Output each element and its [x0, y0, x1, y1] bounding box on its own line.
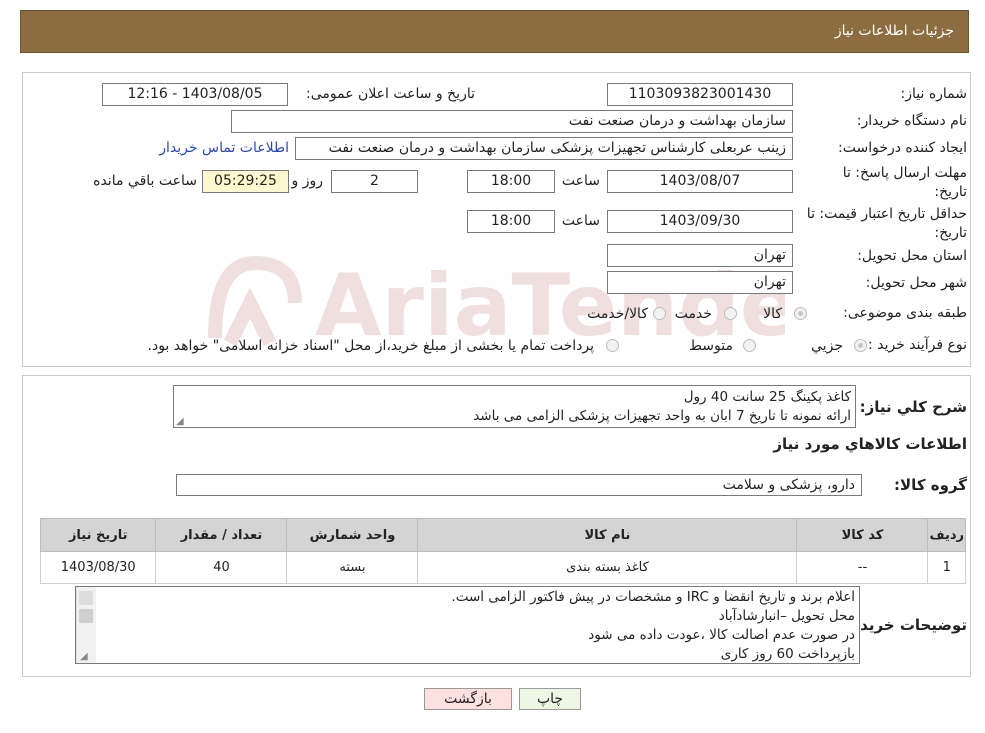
cell-need-date: 1403/08/30: [39, 551, 157, 584]
purchase-radio-medium[interactable]: [743, 339, 756, 352]
cell-row: 1: [927, 551, 966, 584]
page-header: جزئیات اطلاعات نیاز: [20, 10, 969, 53]
notes-line-2: محل تحویل –انبارشادآباد: [718, 608, 855, 624]
col-row: ردیف: [927, 518, 966, 552]
deadline-label-line1: مهلت ارسال پاسخ: تا: [842, 165, 967, 181]
notes-line-4: بازپرداخت 60 روز کاری: [720, 646, 855, 662]
city-label: شهر محل تحویل:: [865, 275, 967, 291]
price-validity-label-line1: حداقل تاریخ اعتبار قیمت: تا: [806, 206, 967, 222]
goods-section-title: اطلاعات کالاهاي مورد نياز: [773, 435, 967, 453]
purchase-type-label: نوع فرآیند خرید :: [868, 337, 967, 353]
remaining-time-field: 05:29:25: [202, 170, 289, 193]
category-option-service: خدمت: [674, 306, 712, 322]
category-radio-goods-service[interactable]: [653, 307, 666, 320]
notes-line-3: در صورت عدم اصالت کالا ،عودت داده می شود: [588, 627, 855, 643]
deadline-date-field: 1403/08/07: [607, 170, 793, 193]
price-validity-time-label: ساعت: [561, 213, 600, 229]
summary-line-1: کاغذ پکینگ 25 سانت 40 رول: [683, 389, 851, 405]
col-unit: واحد شمارش: [286, 518, 419, 552]
col-need-date: تاریخ نیاز: [39, 518, 157, 552]
price-validity-date-field: 1403/09/30: [607, 210, 793, 233]
buyer-notes-textarea[interactable]: ◢ اعلام برند و تاریخ انقضا و IRC و مشخصا…: [75, 586, 860, 664]
price-validity-label-line2: تاریخ:: [934, 225, 967, 241]
deadline-time-field: 18:00: [467, 170, 555, 193]
page-title: جزئیات اطلاعات نیاز: [834, 23, 954, 39]
table-header-row: ردیف کد کالا نام کالا واحد شمارش تعداد /…: [39, 518, 966, 552]
table-row: 1 -- کاغذ بسته بندی بسته 40 1403/08/30: [39, 551, 966, 584]
purchase-radio-minor[interactable]: [854, 339, 867, 352]
deadline-time-label: ساعت: [561, 173, 600, 189]
goods-table: ردیف کد کالا نام کالا واحد شمارش تعداد /…: [39, 518, 966, 584]
cell-name: کاغذ بسته بندی: [417, 551, 798, 584]
need-number-field: 1103093823001430: [607, 83, 793, 106]
col-name: نام کالا: [417, 518, 798, 552]
category-option-goods: کالا: [763, 306, 782, 322]
contact-buyer-link[interactable]: اطلاعات تماس خریدار: [159, 140, 289, 156]
back-button[interactable]: بازگشت: [424, 688, 512, 710]
col-code: کد کالا: [796, 518, 929, 552]
resize-handle-icon[interactable]: ◢: [176, 416, 184, 427]
notes-line-1: اعلام برند و تاریخ انقضا و IRC و مشخصات …: [451, 589, 855, 605]
purchase-radio-treasury[interactable]: [606, 339, 619, 352]
announce-field: 1403/08/05 - 12:16: [102, 83, 288, 106]
cell-quantity: 40: [155, 551, 288, 584]
purchase-option-medium: متوسط: [689, 338, 733, 354]
remaining-label: ساعت باقي مانده: [93, 173, 197, 189]
deadline-label-line2: تاریخ:: [934, 184, 967, 200]
city-field: تهران: [607, 271, 793, 294]
category-radio-goods[interactable]: [794, 307, 807, 320]
category-radio-service[interactable]: [724, 307, 737, 320]
days-field: 2: [331, 170, 418, 193]
price-validity-label: حداقل تاریخ اعتبار قیمت: تا تاریخ:: [807, 205, 967, 243]
deadline-label: مهلت ارسال پاسخ: تا تاریخ:: [843, 164, 967, 202]
cell-code: --: [796, 551, 929, 584]
buyer-org-field: سازمان بهداشت و درمان صنعت نفت: [231, 110, 793, 133]
purchase-note: پرداخت تمام یا بخشی از مبلغ خرید،از محل …: [147, 338, 594, 354]
goods-group-field: دارو، پزشکی و سلامت: [176, 474, 862, 496]
summary-label: شرح كلي نياز:: [859, 398, 967, 416]
announce-label: تاریخ و ساعت اعلان عمومی:: [306, 86, 475, 102]
price-validity-time-field: 18:00: [467, 210, 555, 233]
print-button[interactable]: چاپ: [519, 688, 581, 710]
notes-scrollbar[interactable]: ◢: [76, 587, 96, 663]
province-label: استان محل تحویل:: [857, 248, 967, 264]
days-label: روز و: [291, 173, 324, 189]
summary-line-2: ارائه نمونه تا تاریخ 7 ابان به واحد تجهی…: [473, 408, 851, 424]
requester-field: زینب عربعلی کارشناس تجهیزات پزشکی سازمان…: [295, 137, 793, 160]
goods-group-label: گروه کالا:: [894, 476, 967, 494]
buyer-org-label: نام دستگاه خریدار:: [856, 113, 967, 129]
category-label: طبقه بندی موضوعی:: [843, 305, 967, 321]
province-field: تهران: [607, 244, 793, 267]
summary-textarea: کاغذ پکینگ 25 سانت 40 رول ارائه نمونه تا…: [173, 385, 856, 428]
need-number-label: شماره نیاز:: [900, 86, 968, 102]
requester-label: ایجاد کننده درخواست:: [838, 140, 967, 156]
purchase-option-minor: جزیي: [811, 338, 843, 354]
col-quantity: تعداد / مقدار: [155, 518, 288, 552]
cell-unit: بسته: [286, 551, 419, 584]
category-option-goods-service: کالا/خدمت: [587, 306, 648, 322]
